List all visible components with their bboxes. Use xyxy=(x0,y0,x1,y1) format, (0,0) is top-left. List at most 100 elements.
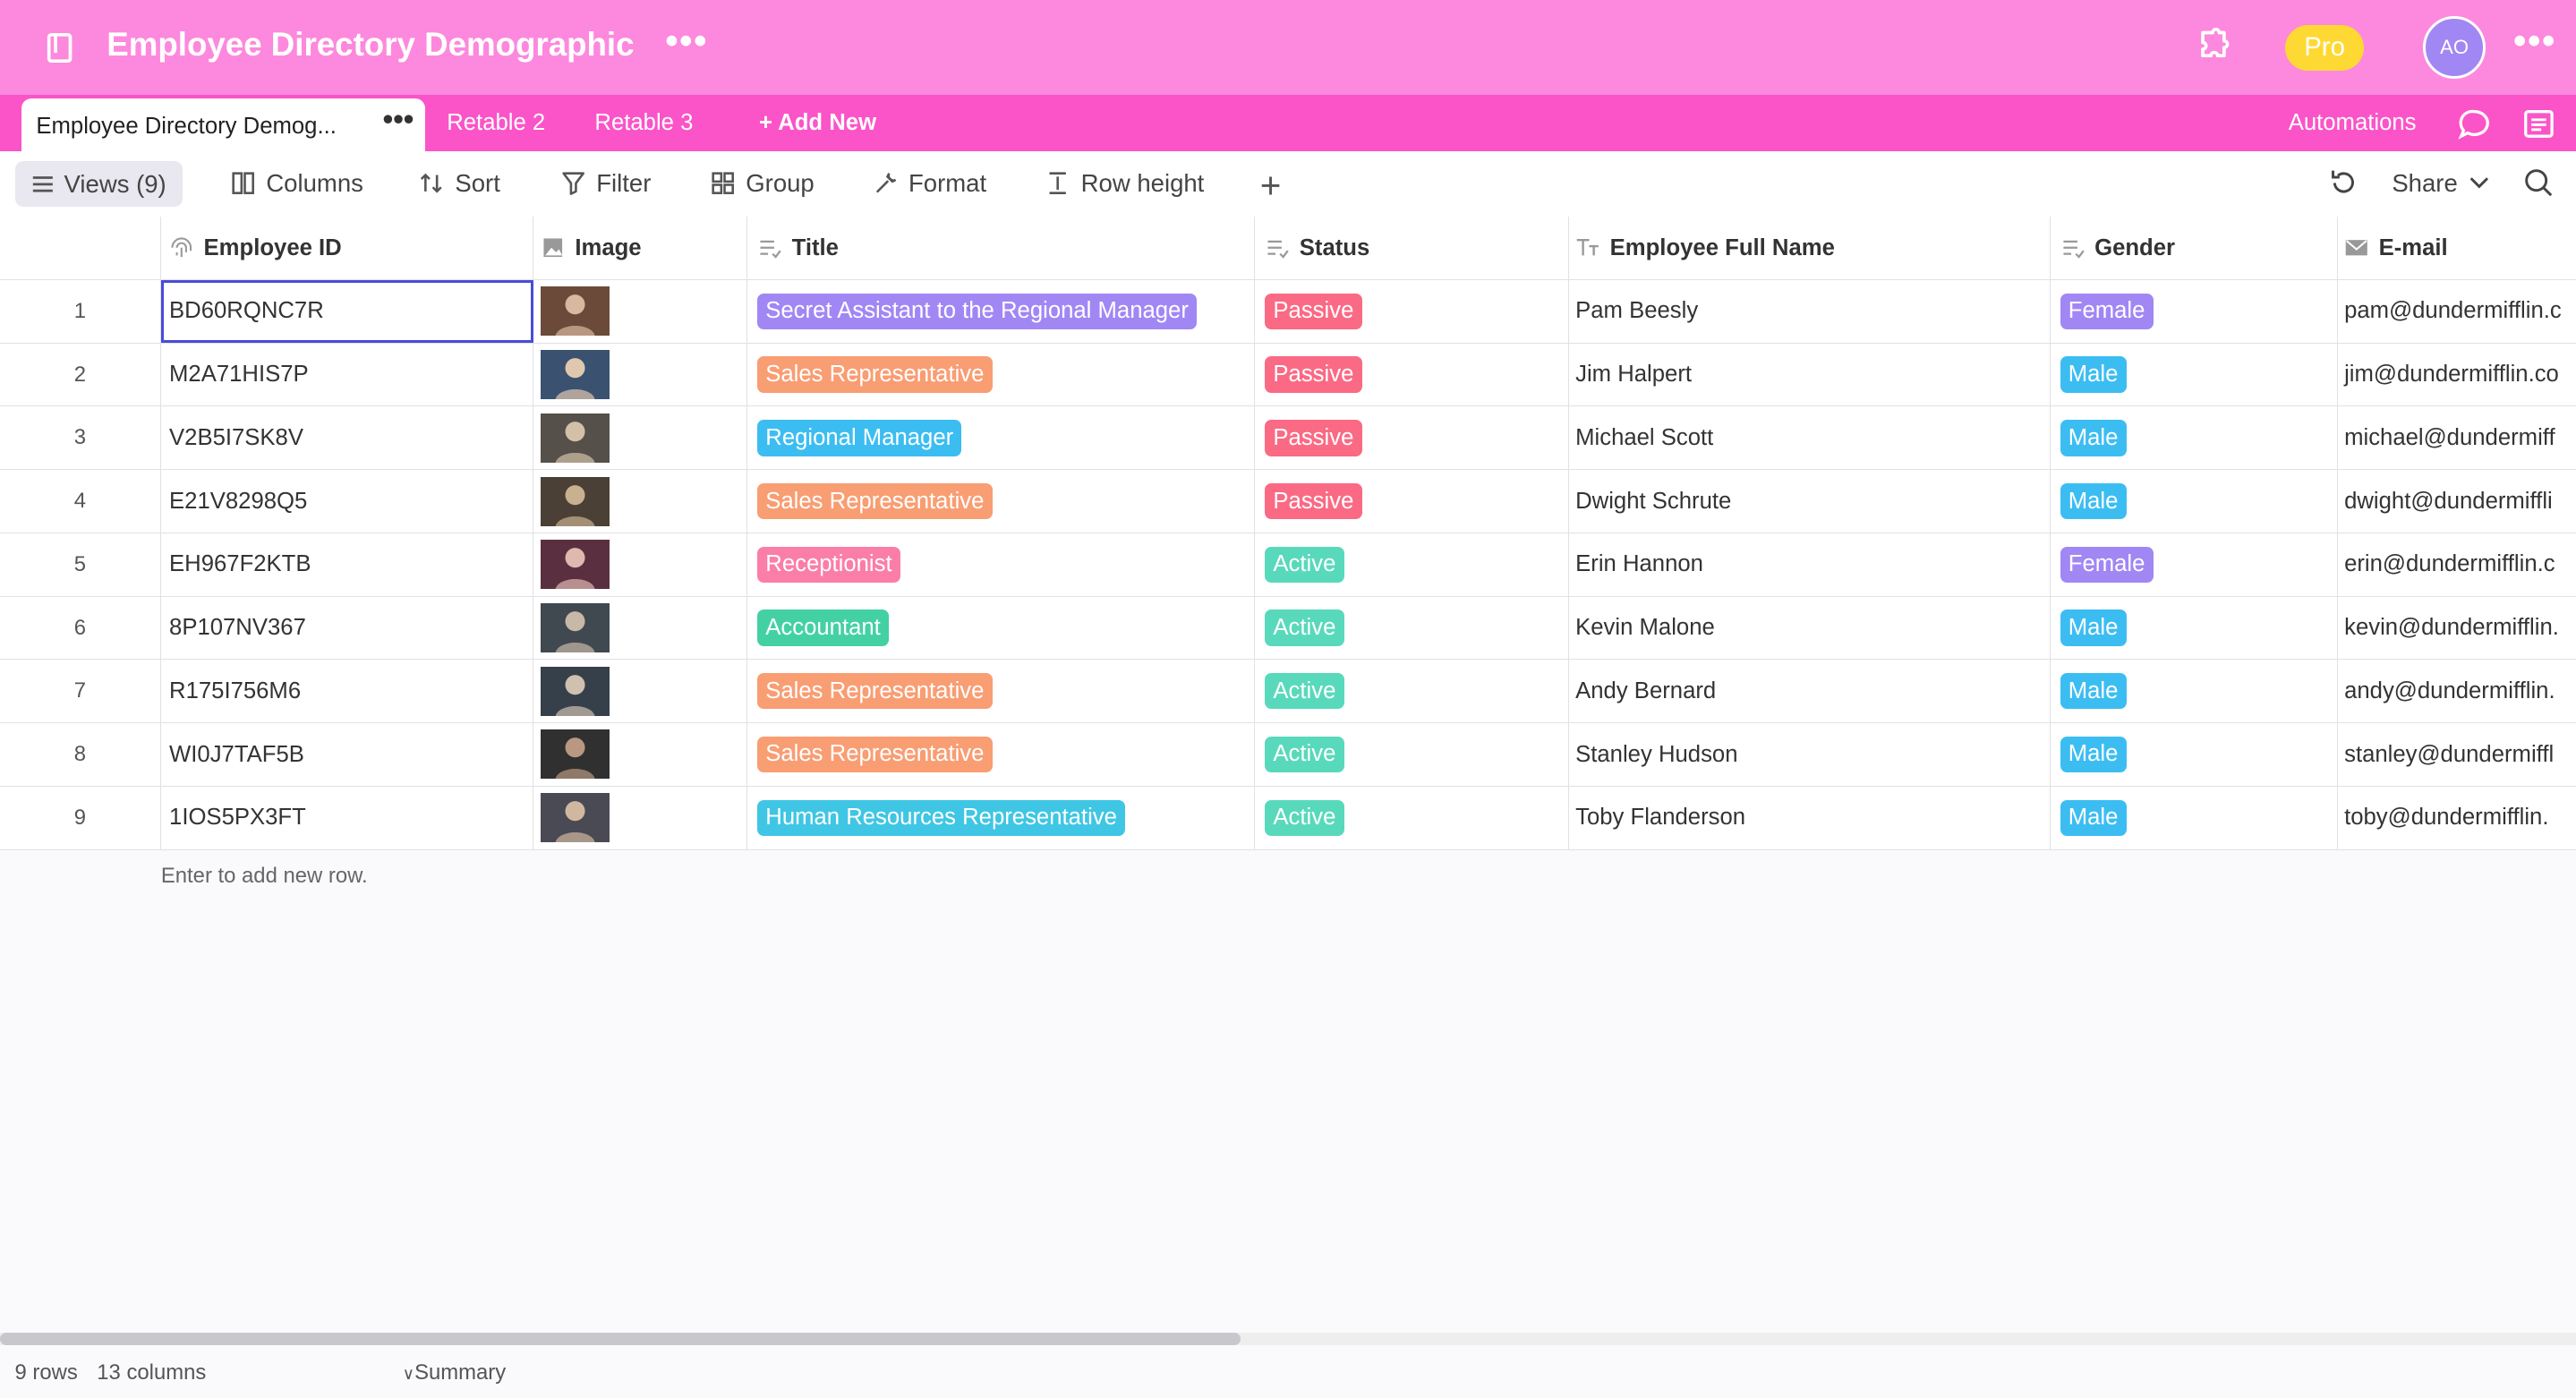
employee-photo[interactable] xyxy=(540,666,610,716)
table-row[interactable]: 9 1IOS5PX3FT Human Resources Representativ… xyxy=(0,786,2576,850)
employee-photo[interactable] xyxy=(540,476,610,526)
share-button[interactable]: Share xyxy=(2392,169,2457,198)
refresh-icon[interactable] xyxy=(2328,167,2359,199)
views-button[interactable]: Views (9) xyxy=(14,160,183,208)
cell-email[interactable]: toby@dundermifflin. xyxy=(2338,787,2576,849)
cell-gender[interactable]: Male xyxy=(2051,470,2338,533)
cell-full-name[interactable]: Andy Bernard xyxy=(1569,660,2051,723)
cell-employee-id[interactable]: M2A71HIS7P xyxy=(161,343,534,406)
cell-employee-id[interactable]: 8P107NV367 xyxy=(161,596,534,660)
table-row[interactable]: 8 WI0J7TAF5B Sales Representative Active Sta… xyxy=(0,723,2576,787)
chevron-down-icon[interactable] xyxy=(2468,171,2491,194)
cell-title[interactable]: Sales Representative xyxy=(747,723,1256,786)
cell-status[interactable]: Active xyxy=(1255,786,1569,849)
cell-email[interactable]: dwight@dundermiffli xyxy=(2338,470,2576,533)
cell-employee-id[interactable]: WI0J7TAF5B xyxy=(161,723,534,786)
add-row-hint[interactable]: Enter to add new row. xyxy=(161,864,368,889)
cell-status[interactable]: Passive xyxy=(1255,343,1569,406)
sort-button[interactable]: Sort xyxy=(419,169,500,198)
column-header-employee-id[interactable]: Employee ID xyxy=(161,217,534,279)
format-button[interactable]: Format xyxy=(873,169,986,198)
cell-gender[interactable]: Female xyxy=(2051,533,2338,596)
cell-employee-id[interactable]: 1IOS5PX3FT xyxy=(161,786,534,849)
horizontal-scrollbar[interactable] xyxy=(0,1332,1241,1346)
automations-button[interactable]: Automations xyxy=(2289,110,2417,136)
cell-image[interactable] xyxy=(534,343,748,406)
table-row[interactable]: 7 R175I756M6 Sales Representative Active And… xyxy=(0,660,2576,724)
cell-full-name[interactable]: Erin Hannon xyxy=(1569,533,2051,596)
cell-gender[interactable]: Male xyxy=(2051,786,2338,849)
cell-status[interactable]: Active xyxy=(1255,533,1569,596)
summary-button[interactable]: ∨Summary xyxy=(403,1360,507,1385)
cell-image[interactable] xyxy=(534,470,748,533)
more-icon[interactable]: ••• xyxy=(383,102,414,136)
search-icon[interactable] xyxy=(2523,167,2555,199)
cell-full-name[interactable]: Stanley Hudson xyxy=(1569,723,2051,786)
employee-photo[interactable] xyxy=(540,286,610,337)
tab-employee-directory[interactable]: Employee Directory Demog... ••• xyxy=(21,98,426,151)
cell-employee-id[interactable]: E21V8298Q5 xyxy=(161,470,534,533)
cell-full-name[interactable]: Kevin Malone xyxy=(1569,596,2051,660)
cell-title[interactable]: Human Resources Representative xyxy=(747,786,1256,849)
cell-full-name[interactable]: Michael Scott xyxy=(1569,406,2051,470)
table-row[interactable]: 3 V2B5I7SK8V Regional Manager Passive Michae… xyxy=(0,406,2576,471)
cell-email[interactable]: pam@dundermifflin.c xyxy=(2338,280,2576,343)
tab-retable-3[interactable]: Retable 3 xyxy=(594,110,693,136)
puzzle-icon[interactable] xyxy=(2193,28,2232,67)
cell-full-name[interactable]: Pam Beesly xyxy=(1569,280,2051,343)
cell-full-name[interactable]: Jim Halpert xyxy=(1569,343,2051,406)
cell-gender[interactable]: Male xyxy=(2051,343,2338,406)
employee-photo[interactable] xyxy=(540,603,610,653)
column-header-gender[interactable]: Gender xyxy=(2051,217,2338,279)
cell-email[interactable]: erin@dundermifflin.c xyxy=(2338,533,2576,596)
add-new-tab-button[interactable]: + Add New xyxy=(759,110,876,136)
cell-image[interactable] xyxy=(534,723,748,786)
cell-image[interactable] xyxy=(534,596,748,660)
cell-title[interactable]: Regional Manager xyxy=(747,406,1256,470)
cell-email[interactable]: stanley@dundermiffl xyxy=(2338,723,2576,786)
cell-title[interactable]: Sales Representative xyxy=(747,470,1256,533)
cell-status[interactable]: Passive xyxy=(1255,280,1569,343)
row-height-button[interactable]: Row height xyxy=(1045,169,1204,198)
employee-photo[interactable] xyxy=(540,729,610,780)
cell-employee-id[interactable]: R175I756M6 xyxy=(161,660,534,723)
cell-image[interactable] xyxy=(534,786,748,849)
cell-gender[interactable]: Male xyxy=(2051,723,2338,786)
cell-email[interactable]: michael@dundermiff xyxy=(2338,406,2576,469)
table-row[interactable]: 5 EH967F2KTB Receptionist Active Erin Hannon… xyxy=(0,533,2576,597)
column-header-image[interactable]: Image xyxy=(534,217,748,279)
more-icon[interactable]: ••• xyxy=(665,20,708,62)
book-icon[interactable] xyxy=(46,32,75,63)
cell-status[interactable]: Passive xyxy=(1255,406,1569,470)
column-header-full-name[interactable]: Employee Full Name xyxy=(1569,217,2051,279)
cell-gender[interactable]: Male xyxy=(2051,596,2338,660)
cell-status[interactable]: Passive xyxy=(1255,470,1569,533)
filter-button[interactable]: Filter xyxy=(560,169,651,198)
employee-photo[interactable] xyxy=(540,793,610,843)
tab-retable-2[interactable]: Retable 2 xyxy=(447,110,545,136)
employee-photo[interactable] xyxy=(540,413,610,463)
chat-icon[interactable] xyxy=(2458,108,2491,141)
cell-employee-id[interactable]: BD60RQNC7R xyxy=(161,280,534,343)
avatar[interactable]: AO xyxy=(2423,16,2486,80)
more-icon[interactable]: ••• xyxy=(2513,20,2556,62)
employee-photo[interactable] xyxy=(540,350,610,400)
cell-status[interactable]: Active xyxy=(1255,596,1569,660)
cell-image[interactable] xyxy=(534,660,748,723)
cell-full-name[interactable]: Toby Flanderson xyxy=(1569,786,2051,849)
app-title[interactable]: Employee Directory Demographic xyxy=(107,26,634,64)
cell-email[interactable]: andy@dundermifflin. xyxy=(2338,660,2576,722)
cell-gender[interactable]: Male xyxy=(2051,660,2338,723)
table-row[interactable]: 2 M2A71HIS7P Sales Representative Passive Ji… xyxy=(0,343,2576,407)
column-header-email[interactable]: E-mail xyxy=(2338,217,2576,279)
cell-email[interactable]: kevin@dundermifflin. xyxy=(2338,597,2576,660)
cell-title[interactable]: Sales Representative xyxy=(747,660,1256,723)
cell-image[interactable] xyxy=(534,280,748,343)
document-icon[interactable] xyxy=(2523,108,2555,140)
cell-title[interactable]: Accountant xyxy=(747,596,1256,660)
cell-image[interactable] xyxy=(534,533,748,596)
cell-title[interactable]: Secret Assistant to the Regional Manager xyxy=(747,280,1256,343)
cell-image[interactable] xyxy=(534,406,748,470)
plus-icon[interactable]: + xyxy=(1260,165,1282,207)
cell-employee-id[interactable]: EH967F2KTB xyxy=(161,533,534,596)
